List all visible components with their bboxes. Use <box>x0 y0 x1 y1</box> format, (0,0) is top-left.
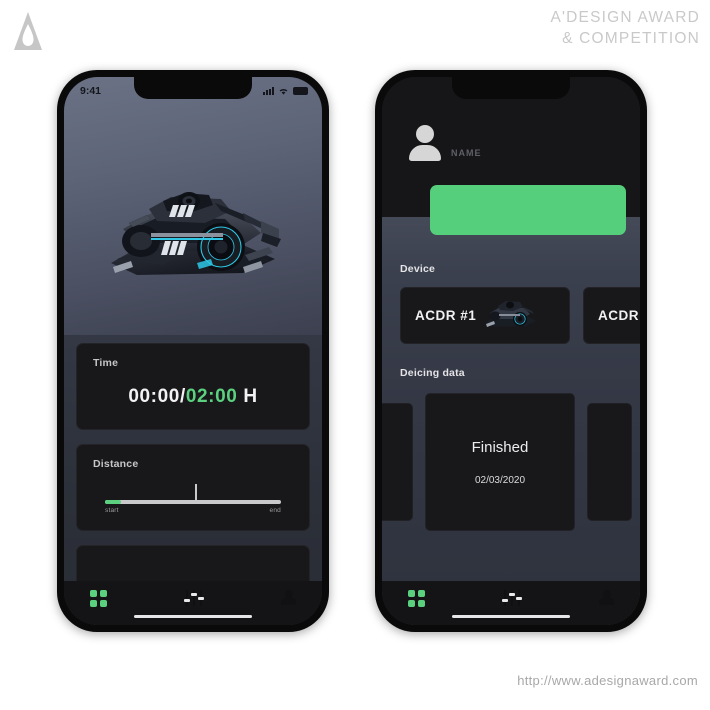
deicing-card-prev[interactable] <box>382 403 413 521</box>
brand-title-line1: A'DESIGN AWARD <box>550 9 700 26</box>
slider-marker[interactable] <box>194 483 197 504</box>
device-card-2[interactable]: ACDR #2 <box>583 287 640 344</box>
time-unit: H <box>237 386 258 407</box>
device-section-title: Device <box>400 263 436 275</box>
slider-end-label: end <box>269 506 281 514</box>
status-time: 9:41 <box>80 85 102 97</box>
user-block[interactable]: NAME <box>408 125 482 161</box>
avatar-icon[interactable] <box>408 125 442 161</box>
notch <box>452 77 570 99</box>
brand-title: A'DESIGN AWARD & COMPETITION <box>550 8 700 49</box>
distance-card-label: Distance <box>93 458 139 470</box>
phone-mockup-left: 9:41 Time 00:00/02:00 H Distance start e… <box>57 70 329 632</box>
time-card-value: 00:00/02:00 H <box>77 386 309 408</box>
deicing-card-active[interactable]: Finished 02/03/2020 <box>425 393 575 531</box>
deicing-card-next[interactable] <box>587 403 632 521</box>
device-list: ACDR #1 ACDR <box>400 287 640 344</box>
device-label: ACDR #2 <box>598 308 640 323</box>
slider-fill <box>105 500 121 504</box>
deicing-section-title: Deicing data <box>400 367 465 379</box>
slider-track[interactable] <box>105 483 281 504</box>
slider-end-labels: start end <box>105 507 281 514</box>
status-icons <box>262 87 308 96</box>
acdr-robot-render <box>64 167 322 292</box>
person-icon[interactable] <box>281 590 296 606</box>
bottom-tabbar-right <box>382 581 640 625</box>
user-name: NAME <box>451 148 482 158</box>
footer-url[interactable]: http://www.adesignaward.com <box>517 673 698 688</box>
brand-title-line2: & COMPETITION <box>562 29 700 47</box>
home-indicator <box>452 614 570 618</box>
time-card-label: Time <box>93 357 119 369</box>
time-elapsed: 00:00 <box>128 386 180 407</box>
wifi-icon <box>279 88 288 95</box>
grid-icon[interactable] <box>408 590 425 607</box>
right-content: Device ACDR #1 ACDR Deicing data Finishe… <box>382 217 640 625</box>
distance-card[interactable]: Distance start end <box>76 444 310 531</box>
deicing-carousel: Finished 02/03/2020 <box>382 393 640 531</box>
device-card-1[interactable]: ACDR #1 <box>400 287 570 344</box>
home-indicator <box>134 614 252 618</box>
hero-section: 9:41 <box>64 77 322 345</box>
acdr-robot-thumb <box>482 296 540 335</box>
right-screen: NAME Device ACDR #1 ACDR Deicing data Fi… <box>382 77 640 625</box>
battery-icon <box>293 87 308 95</box>
deicing-status: Finished <box>471 438 529 456</box>
bottom-tabbar-left <box>64 581 322 625</box>
green-promo-banner[interactable] <box>430 185 626 235</box>
time-total: 02:00 <box>185 386 238 407</box>
notch <box>134 77 252 99</box>
deicing-section: Deicing data Finished 02/03/2020 <box>382 367 640 531</box>
distance-slider[interactable]: start end <box>105 483 281 514</box>
slider-start-label: start <box>105 506 119 514</box>
phone-mockup-right: NAME Device ACDR #1 ACDR Deicing data Fi… <box>375 70 647 632</box>
cellular-signal-icon <box>262 87 274 95</box>
grid-icon[interactable] <box>90 590 107 607</box>
sliders-icon[interactable] <box>184 590 204 606</box>
time-card[interactable]: Time 00:00/02:00 H <box>76 343 310 430</box>
device-section: Device ACDR #1 ACDR <box>400 263 640 344</box>
left-screen: 9:41 Time 00:00/02:00 H Distance start e… <box>64 77 322 625</box>
sliders-icon[interactable] <box>502 590 522 606</box>
poster-canvas: A'DESIGN AWARD & COMPETITION 9:41 Time 0… <box>0 0 710 710</box>
person-icon[interactable] <box>599 590 614 606</box>
device-label: ACDR #1 <box>415 308 477 323</box>
adesign-triangle-logo <box>8 10 48 54</box>
deicing-date: 02/03/2020 <box>474 474 526 486</box>
